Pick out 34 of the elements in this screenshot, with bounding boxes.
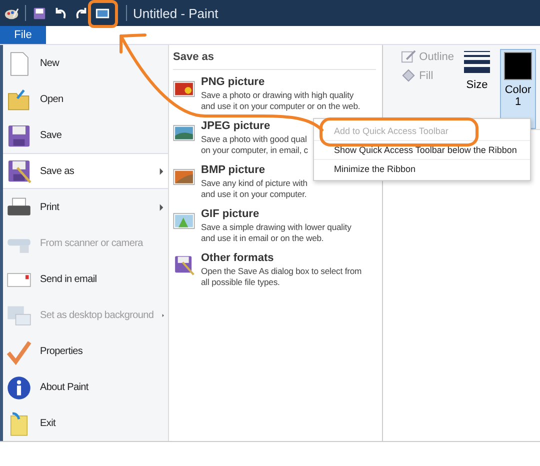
menu-item[interactable]: Save as — [3, 153, 168, 189]
save-format-option[interactable]: Other formats Open the Save As dialog box to select from all possible file types. — [173, 250, 362, 294]
save-format-option[interactable]: PNG picture Save a photo or drawing with high quality and use it on your computer or on the web. — [173, 74, 360, 118]
undo-icon[interactable] — [53, 6, 68, 20]
menu-item[interactable]: Exit — [3, 405, 168, 441]
save-icon[interactable] — [32, 6, 47, 20]
window-title: Untitled - Paint — [133, 6, 218, 20]
caret-icon — [162, 312, 164, 319]
redo-icon[interactable] — [74, 6, 89, 20]
menu-item-icon — [6, 158, 32, 184]
paint-bucket-icon — [401, 68, 416, 83]
panel-heading: Save as — [173, 49, 376, 70]
menu-item-icon — [6, 122, 32, 148]
save-format-option[interactable]: GIF picture Save a simple drawing with lower quality and use it in email or on the web. — [173, 206, 352, 250]
menu-item[interactable]: Properties — [3, 333, 168, 369]
context-menu-item[interactable]: Show Quick Access Toolbar below the Ribbon — [314, 140, 530, 159]
menu-item[interactable]: Save — [3, 117, 168, 153]
menu-item-icon — [6, 86, 32, 112]
menu-item[interactable]: Print — [3, 189, 168, 225]
save-format-option[interactable]: JPEG picture Save a photo with good qual on your computer, in email, c — [173, 118, 308, 162]
caret-icon — [159, 168, 164, 174]
menu-item-icon — [6, 374, 32, 400]
paint-palette-icon[interactable] — [4, 6, 19, 20]
save-format-option[interactable]: BMP picture Save any kind of picture with and use it on your computer. — [173, 162, 308, 206]
menu-item-icon — [6, 338, 32, 364]
context-menu-item[interactable]: Minimize the Ribbon — [314, 159, 530, 178]
menu-item[interactable]: Open — [3, 81, 168, 117]
caret-icon — [159, 204, 164, 211]
line-width-icon — [464, 51, 490, 73]
menu-item[interactable]: About Paint — [3, 369, 168, 405]
pencil-icon — [401, 49, 416, 64]
file-tab[interactable]: File — [0, 26, 46, 44]
menu-item[interactable]: New — [3, 45, 168, 81]
menu-item[interactable]: Send in email — [3, 261, 168, 297]
